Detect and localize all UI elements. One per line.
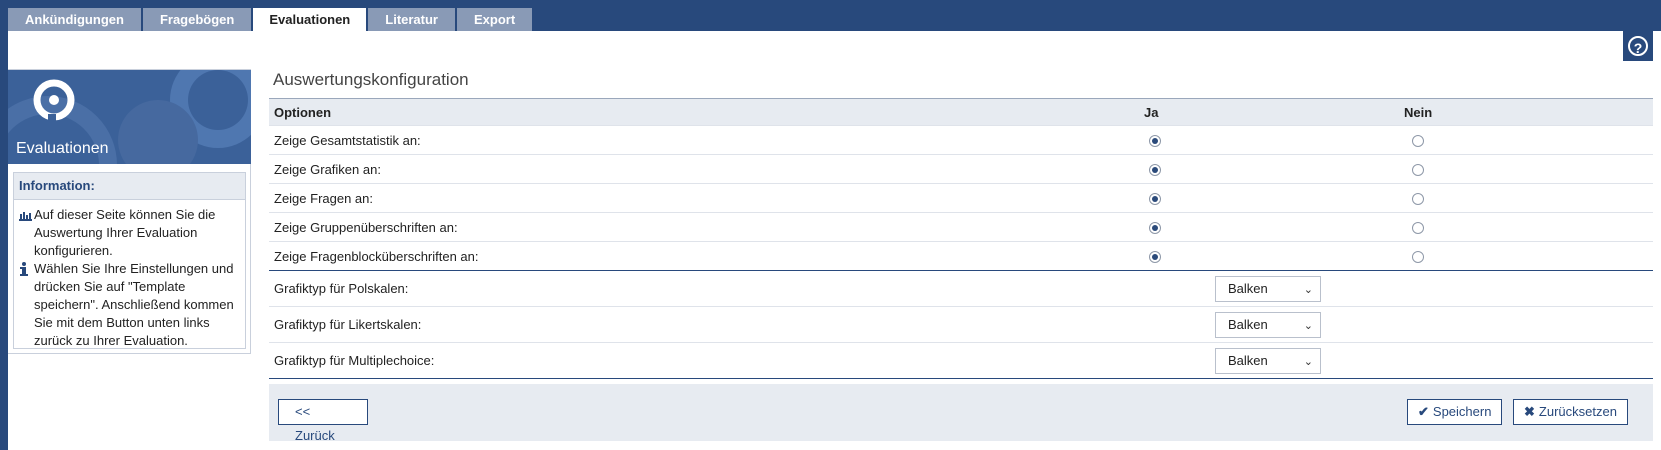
- option-label: Zeige Fragenblocküberschriften an:: [269, 241, 1065, 271]
- ja-cell: [1065, 125, 1335, 155]
- table-row: Zeige Fragen an:: [269, 183, 1653, 213]
- radio-ja[interactable]: [1149, 193, 1161, 206]
- select-value: Balken: [1228, 280, 1268, 296]
- radio-ja[interactable]: [1149, 164, 1161, 177]
- column-header-ja: Ja: [1065, 98, 1335, 126]
- option-label: Grafiktyp für Multiplechoice:: [269, 342, 1065, 379]
- table-row: Zeige Gruppenüberschriften an:: [269, 212, 1653, 242]
- option-label: Zeige Grafiken an:: [269, 154, 1065, 184]
- option-label: Grafiktyp für Polskalen:: [269, 270, 1065, 307]
- radio-ja[interactable]: [1149, 251, 1161, 264]
- radio-ja[interactable]: [1149, 135, 1161, 148]
- option-label: Grafiktyp für Likertskalen:: [269, 306, 1065, 343]
- info-item: Auf dieser Seite können Sie die Auswertu…: [14, 206, 245, 260]
- nein-cell: [1335, 212, 1653, 242]
- graph-type-select[interactable]: Balken ⌄: [1215, 275, 1321, 302]
- radio-nein[interactable]: [1412, 193, 1424, 206]
- close-icon: ✖: [1524, 404, 1535, 419]
- tab-literatur[interactable]: Literatur: [368, 8, 455, 31]
- chevron-down-icon: ⌄: [1303, 355, 1313, 368]
- nein-cell: [1335, 125, 1653, 155]
- left-stripe: [0, 31, 8, 450]
- table-row: Zeige Grafiken an:: [269, 154, 1653, 184]
- tab-evaluationen[interactable]: Evaluationen: [253, 8, 367, 31]
- ja-cell: [1065, 241, 1335, 271]
- table-row: Grafiktyp für Likertskalen: Balken ⌄: [269, 306, 1653, 343]
- info-text: Wählen Sie Ihre Einstellungen und drücke…: [34, 261, 234, 348]
- option-label: Zeige Gesamtstatistik an:: [269, 125, 1065, 155]
- column-header-nein: Nein: [1335, 98, 1653, 126]
- sidebar-title: Evaluationen: [16, 140, 109, 157]
- tab-export[interactable]: Export: [457, 8, 533, 31]
- info-item: Wählen Sie Ihre Einstellungen und drücke…: [14, 260, 245, 350]
- check-icon: ✔: [1418, 404, 1429, 419]
- options-table: Optionen Ja Nein Zeige Gesamtstatistik a…: [269, 98, 1653, 379]
- info-text: Auf dieser Seite können Sie die Auswertu…: [34, 207, 216, 258]
- table-row: Zeige Gesamtstatistik an:: [269, 125, 1653, 155]
- table-row: Grafiktyp für Polskalen: Balken ⌄: [269, 270, 1653, 307]
- radio-nein[interactable]: [1412, 222, 1424, 235]
- nein-cell: [1335, 183, 1653, 213]
- save-label: Speichern: [1432, 404, 1492, 419]
- column-header-options: Optionen: [269, 98, 1065, 126]
- table-header-row: Optionen Ja Nein: [269, 98, 1653, 126]
- ja-cell: [1065, 212, 1335, 242]
- select-value: Balken: [1228, 352, 1268, 368]
- table-row: Grafiktyp für Multiplechoice: Balken ⌄: [269, 342, 1653, 379]
- save-button[interactable]: ✔ Speichern: [1407, 399, 1503, 425]
- form-footer: << Zurück ✔ Speichern ✖ Zurücksetzen: [269, 384, 1653, 443]
- ja-cell: [1065, 183, 1335, 213]
- tab-ankuendigungen[interactable]: Ankündigungen: [8, 8, 141, 31]
- select-cell: Balken ⌄: [1065, 306, 1653, 343]
- option-label: Zeige Gruppenüberschriften an:: [269, 212, 1065, 242]
- help-button[interactable]: ?: [1623, 31, 1653, 61]
- tab-frageboegen[interactable]: Fragebögen: [142, 8, 252, 31]
- radio-nein[interactable]: [1412, 251, 1424, 264]
- select-cell: Balken ⌄: [1065, 342, 1653, 379]
- reset-button[interactable]: ✖ Zurücksetzen: [1513, 399, 1628, 425]
- column-header-nein-label: Nein: [1404, 104, 1433, 120]
- sidebar-header: Evaluationen: [8, 70, 251, 164]
- sidebar: Evaluationen Information: Auf dieser Sei…: [8, 69, 251, 354]
- info-icon: [19, 262, 28, 282]
- column-header-ja-label: Ja: [1144, 104, 1159, 120]
- nein-cell: [1335, 241, 1653, 271]
- table-row: Zeige Fragenblocküberschriften an:: [269, 241, 1653, 271]
- tab-bar: Ankündigungen Fragebögen Evaluationen Li…: [8, 8, 534, 31]
- radio-nein[interactable]: [1412, 164, 1424, 177]
- back-button[interactable]: << Zurück: [278, 399, 368, 443]
- page-title: Auswertungskonfiguration: [273, 70, 469, 89]
- graph-type-select[interactable]: Balken ⌄: [1215, 311, 1321, 338]
- info-box: Information: Auf dieser Seite können Sie…: [13, 172, 246, 349]
- select-cell: Balken ⌄: [1065, 270, 1653, 307]
- chevron-down-icon: ⌄: [1303, 283, 1313, 296]
- ja-cell: [1065, 154, 1335, 184]
- bar-chart-icon: [19, 208, 32, 226]
- info-heading: Information:: [14, 173, 245, 200]
- nein-cell: [1335, 154, 1653, 184]
- radio-nein[interactable]: [1412, 135, 1424, 148]
- reset-label: Zurücksetzen: [1538, 404, 1617, 419]
- radio-ja[interactable]: [1149, 222, 1161, 235]
- help-icon: ?: [1628, 36, 1648, 56]
- option-label: Zeige Fragen an:: [269, 183, 1065, 213]
- select-value: Balken: [1228, 316, 1268, 332]
- chevron-down-icon: ⌄: [1303, 319, 1313, 332]
- graph-type-select[interactable]: Balken ⌄: [1215, 347, 1321, 374]
